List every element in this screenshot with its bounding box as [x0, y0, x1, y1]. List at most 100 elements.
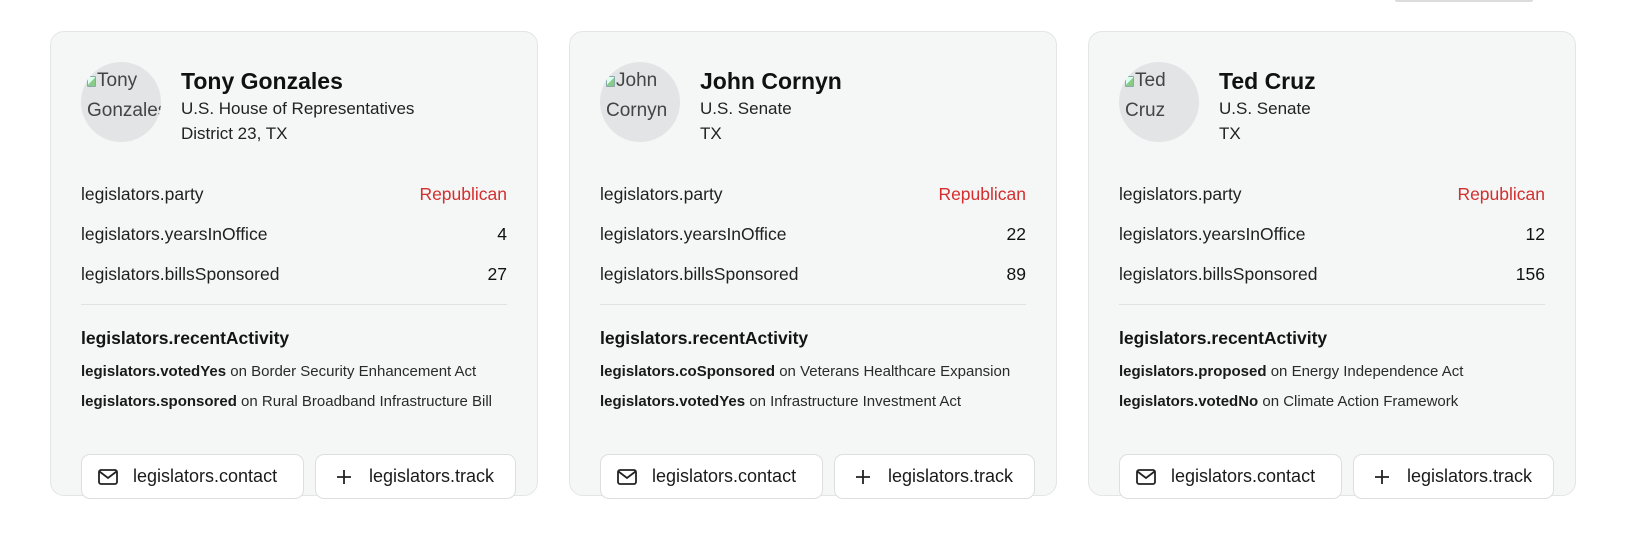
stat-value: 22 [1006, 224, 1026, 244]
track-button[interactable]: legislators.track [1353, 454, 1554, 499]
activity-verb: legislators.votedNo [1119, 393, 1259, 410]
mail-icon [98, 467, 118, 487]
legislator-chamber: U.S. Senate [1219, 99, 1311, 118]
stat-label: legislators.party [81, 184, 204, 204]
stat-value: 12 [1525, 224, 1545, 244]
top-edge-divider [1395, 0, 1533, 2]
contact-button[interactable]: legislators.contact [1119, 454, 1342, 499]
legislator-identity: John Cornyn U.S. Senate TX [700, 62, 842, 146]
activity-text: on Veterans Healthcare Expansion [775, 363, 1011, 380]
stat-bills-sponsored: legislators.billsSponsored 27 [81, 262, 507, 302]
track-button[interactable]: legislators.track [834, 454, 1035, 499]
activity-text: on Climate Action Framework [1258, 393, 1459, 410]
track-button[interactable]: legislators.track [315, 454, 516, 499]
card-actions: legislators.contact legislators.track [1119, 454, 1554, 499]
legislator-card: John Cornyn John Cornyn U.S. Senate TX l… [569, 31, 1057, 499]
legislator-name: John Cornyn [700, 68, 842, 94]
activity-verb: legislators.coSponsored [600, 363, 776, 380]
card-header: John Cornyn John Cornyn U.S. Senate TX [600, 62, 1026, 177]
stat-party: legislators.party Republican [600, 182, 1026, 222]
stat-label: legislators.yearsInOffice [81, 224, 268, 244]
stat-value: 89 [1006, 264, 1026, 284]
activity-verb: legislators.votedYes [81, 363, 227, 380]
divider [1119, 304, 1545, 305]
legislator-name: Ted Cruz [1219, 68, 1316, 94]
activity-text: on Border Security Enhancement Act [226, 363, 477, 380]
contact-button[interactable]: legislators.contact [81, 454, 304, 499]
recent-activity-title: legislators.recentActivity [1119, 328, 1328, 348]
stat-label: legislators.billsSponsored [1119, 264, 1318, 284]
stat-label: legislators.billsSponsored [81, 264, 280, 284]
contact-label: legislators.contact [652, 466, 797, 486]
activity-verb: legislators.proposed [1119, 363, 1267, 380]
stat-years-in-office: legislators.yearsInOffice 22 [600, 222, 1026, 262]
stat-party: legislators.party Republican [81, 182, 507, 222]
activity-item: legislators.votedNo on Climate Action Fr… [1119, 387, 1545, 417]
card-header: Tony Gonzales Tony Gonzales U.S. House o… [81, 62, 507, 177]
activity-text: on Infrastructure Investment Act [745, 393, 962, 410]
stat-years-in-office: legislators.yearsInOffice 12 [1119, 222, 1545, 262]
activity-item: legislators.votedYes on Border Security … [81, 357, 507, 387]
stats-list: legislators.party Republican legislators.… [1119, 182, 1545, 302]
activity-text: on Energy Independence Act [1266, 363, 1464, 380]
track-label: legislators.track [1407, 466, 1533, 486]
avatar: Tony Gonzales [81, 62, 161, 142]
legislator-district: District 23, TX [181, 124, 288, 143]
stat-label: legislators.party [1119, 184, 1242, 204]
divider [600, 304, 1026, 305]
stat-bills-sponsored: legislators.billsSponsored 89 [600, 262, 1026, 302]
mail-icon [1136, 467, 1156, 487]
avatar: Ted Cruz [1119, 62, 1199, 142]
activity-verb: legislators.votedYes [600, 393, 746, 410]
card-actions: legislators.contact legislators.track [600, 454, 1035, 499]
activity-item: legislators.coSponsored on Veterans Heal… [600, 357, 1026, 387]
recent-activity-title: legislators.recentActivity [600, 328, 809, 348]
contact-button[interactable]: legislators.contact [600, 454, 823, 499]
stat-value: 27 [487, 264, 507, 284]
legislator-identity: Tony Gonzales U.S. House of Representati… [181, 62, 414, 146]
avatar: John Cornyn [600, 62, 680, 142]
broken-image-icon [87, 76, 96, 87]
stats-list: legislators.party Republican legislators.… [600, 182, 1026, 302]
plus-icon [1372, 467, 1392, 487]
stat-label: legislators.yearsInOffice [1119, 224, 1306, 244]
stat-label: legislators.party [600, 184, 723, 204]
avatar-alt-text: Tony Gonzales [87, 70, 161, 121]
card-header: Ted Cruz Ted Cruz U.S. Senate TX [1119, 62, 1545, 177]
legislator-card: Tony Gonzales Tony Gonzales U.S. House o… [50, 31, 538, 499]
party-value: Republican [1457, 184, 1545, 204]
activity-verb: legislators.sponsored [81, 393, 237, 410]
contact-label: legislators.contact [1171, 466, 1316, 486]
track-label: legislators.track [888, 466, 1014, 486]
stat-label: legislators.yearsInOffice [600, 224, 787, 244]
stat-years-in-office: legislators.yearsInOffice 4 [81, 222, 507, 262]
legislator-identity: Ted Cruz U.S. Senate TX [1219, 62, 1316, 146]
stats-list: legislators.party Republican legislators.… [81, 182, 507, 302]
stat-label: legislators.billsSponsored [600, 264, 799, 284]
party-value: Republican [419, 184, 507, 204]
legislator-card: Ted Cruz Ted Cruz U.S. Senate TX legisla… [1088, 31, 1576, 499]
stat-bills-sponsored: legislators.billsSponsored 156 [1119, 262, 1545, 302]
activity-item: legislators.sponsored on Rural Broadband… [81, 387, 507, 417]
activity-text: on Rural Broadband Infrastructure Bill [236, 393, 493, 410]
legislator-chamber: U.S. Senate [700, 99, 792, 118]
broken-image-icon [1125, 76, 1134, 87]
card-actions: legislators.contact legislators.track [81, 454, 516, 499]
recent-activity-title: legislators.recentActivity [81, 328, 290, 348]
divider [81, 304, 507, 305]
avatar-alt-text: John Cornyn [606, 70, 668, 121]
activity-item: legislators.votedYes on Infrastructure I… [600, 387, 1026, 417]
broken-image-icon [606, 76, 615, 87]
contact-label: legislators.contact [133, 466, 278, 486]
legislator-chamber: U.S. House of Representatives [181, 99, 415, 118]
legislator-district: TX [1219, 124, 1241, 143]
plus-icon [853, 467, 873, 487]
mail-icon [617, 467, 637, 487]
party-value: Republican [938, 184, 1026, 204]
track-label: legislators.track [369, 466, 495, 486]
plus-icon [334, 467, 354, 487]
legislator-cards: Tony Gonzales Tony Gonzales U.S. House o… [50, 31, 1576, 499]
activity-item: legislators.proposed on Energy Independe… [1119, 357, 1545, 387]
legislator-name: Tony Gonzales [181, 68, 343, 94]
stat-value: 4 [497, 224, 507, 244]
